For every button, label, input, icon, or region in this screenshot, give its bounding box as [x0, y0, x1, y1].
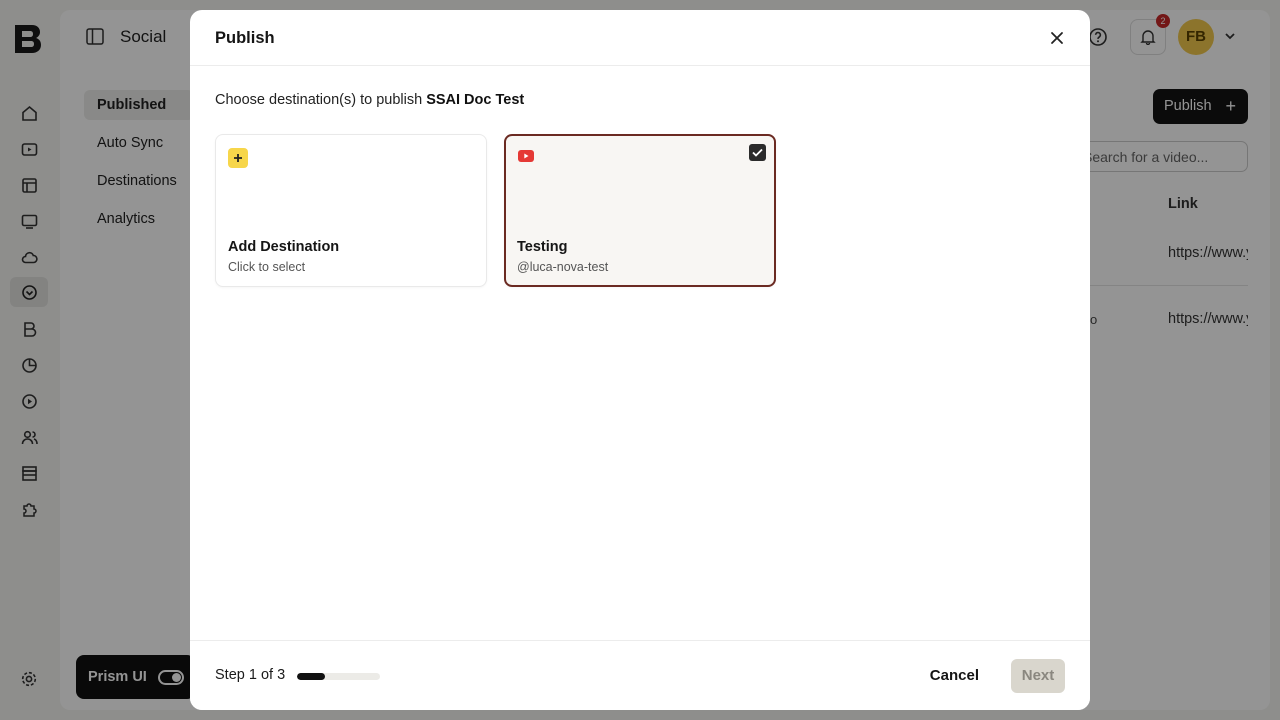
selected-checkbox[interactable]	[749, 144, 766, 161]
modal-title: Publish	[215, 29, 275, 47]
plus-icon	[228, 148, 248, 168]
modal-header: Publish	[190, 10, 1090, 66]
card-title: Testing	[517, 239, 568, 255]
cancel-button[interactable]: Cancel	[920, 659, 989, 693]
destination-card-testing[interactable]: Testing @luca-nova-test	[504, 134, 776, 287]
prompt-item-name: SSAI Doc Test	[426, 92, 525, 108]
step-progress-bar	[297, 673, 380, 680]
card-subtitle: Click to select	[228, 260, 306, 274]
close-icon[interactable]	[1048, 29, 1066, 47]
card-title: Add Destination	[228, 239, 340, 255]
check-icon	[752, 148, 763, 157]
destination-prompt: Choose destination(s) to publish SSAI Do…	[215, 92, 524, 108]
add-destination-card[interactable]: Add Destination Click to select	[215, 134, 487, 287]
next-button[interactable]: Next	[1011, 659, 1065, 693]
card-subtitle: @luca-nova-test	[517, 260, 609, 274]
step-indicator: Step 1 of 3	[215, 667, 286, 683]
modal-footer: Step 1 of 3 Cancel Next	[190, 640, 1090, 710]
publish-modal: Publish Choose destination(s) to publish…	[190, 10, 1090, 710]
youtube-icon	[518, 150, 534, 162]
step-progress-fill	[297, 673, 325, 680]
prompt-text: Choose destination(s) to publish	[215, 92, 423, 108]
